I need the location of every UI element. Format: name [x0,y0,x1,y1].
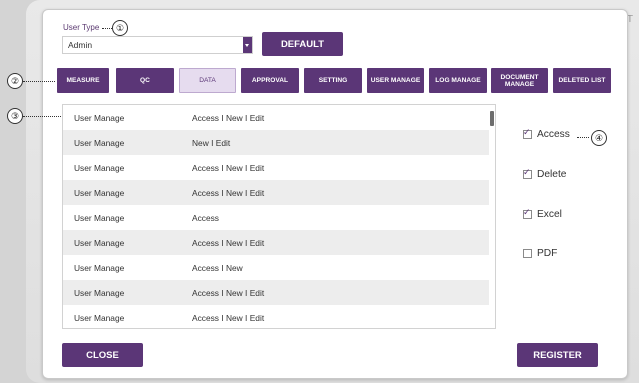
callout-1: ① [112,20,128,36]
callout-leader-1 [102,28,112,29]
row-menu-name: User Manage [74,213,125,223]
tab-qc[interactable]: QC [116,68,174,93]
pdf-label: PDF [537,248,558,259]
row-menu-name: User Manage [74,113,125,123]
table-row[interactable]: User Manage Access [63,205,489,230]
chevron-down-icon[interactable] [243,37,252,53]
callout-4: ④ [591,130,607,146]
table-row[interactable]: User Manage New I Edit [63,130,489,155]
permission-list[interactable]: User Manage Access I New I Edit User Man… [62,104,496,329]
callout-2: ② [7,73,23,89]
excel-checkbox[interactable]: Excel [523,207,562,220]
row-permissions: Access I New I Edit [192,238,265,248]
table-row[interactable]: User Manage Access I New I Edit [63,280,489,305]
tab-document-manage[interactable]: DOCUMENT MANAGE [491,68,548,93]
row-menu-name: User Manage [74,288,125,298]
row-permissions: Access I New [192,263,243,273]
callout-leader-3 [23,116,61,117]
table-row[interactable]: User Manage Access I New I Edit [63,180,489,205]
tab-deleted-list[interactable]: DELETED LIST [553,68,611,93]
list-scrollbar[interactable] [490,111,494,126]
row-permissions: Access I New I Edit [192,313,265,323]
user-type-label: User Type [63,23,100,32]
row-menu-name: User Manage [74,313,125,323]
row-permissions: Access I New I Edit [192,188,265,198]
delete-label: Delete [537,169,567,180]
row-permissions: Access I New I Edit [192,288,265,298]
callout-3: ③ [7,108,23,124]
checkbox-checked-icon[interactable] [523,127,532,139]
delete-checkbox[interactable]: Delete [523,167,567,180]
access-label: Access [537,129,570,140]
table-row[interactable]: User Manage Access I New I Edit [63,230,489,255]
tab-user-manage[interactable]: USER MANAGE [367,68,424,93]
close-button[interactable]: CLOSE [62,343,143,367]
table-row[interactable]: User Manage Access I New I Edit [63,305,489,328]
row-menu-name: User Manage [74,263,125,273]
excel-label: Excel [537,209,562,220]
row-permissions: New I Edit [192,138,231,148]
row-permissions: Access [192,213,219,223]
tab-setting[interactable]: SETTING [304,68,362,93]
tab-log-manage[interactable]: LOG MANAGE [429,68,487,93]
row-menu-name: User Manage [74,138,125,148]
default-button[interactable]: DEFAULT [262,32,343,56]
row-permissions: Access I New I Edit [192,113,265,123]
checkbox-unchecked-icon[interactable] [523,249,532,258]
table-row[interactable]: User Manage Access I New I Edit [63,105,489,130]
checkbox-checked-icon[interactable] [523,167,532,179]
callout-leader-2 [23,81,55,82]
tab-approval[interactable]: APPROVAL [241,68,299,93]
row-menu-name: User Manage [74,163,125,173]
tab-data[interactable]: DATA [179,68,236,93]
user-type-select[interactable]: Admin [62,36,253,54]
checkbox-checked-icon[interactable] [523,207,532,219]
row-menu-name: User Manage [74,238,125,248]
row-permissions: Access I New I Edit [192,163,265,173]
user-type-value: Admin [68,40,93,50]
access-checkbox[interactable]: Access [523,127,570,140]
row-menu-name: User Manage [74,188,125,198]
tab-measure[interactable]: MEASURE [57,68,109,93]
callout-leader-4 [577,137,589,138]
pdf-checkbox[interactable]: PDF [523,248,557,259]
table-row[interactable]: User Manage Access I New [63,255,489,280]
table-row[interactable]: User Manage Access I New I Edit [63,155,489,180]
register-button[interactable]: REGISTER [517,343,598,367]
